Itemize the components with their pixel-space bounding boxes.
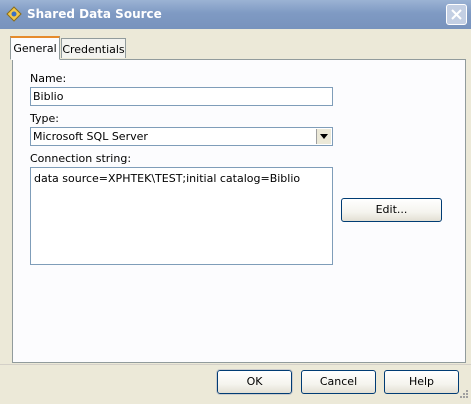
resize-grip-icon[interactable] [455, 387, 469, 401]
name-label: Name: [30, 72, 67, 85]
title-bar[interactable]: Shared Data Source [0, 0, 471, 29]
type-value: Microsoft SQL Server [33, 130, 148, 143]
close-button[interactable] [446, 4, 467, 25]
close-icon [451, 9, 462, 20]
general-tab-panel: Name: Biblio Type: Microsoft SQL Server … [12, 59, 466, 363]
data-source-icon [6, 6, 22, 22]
tab-credentials[interactable]: Credentials [61, 38, 126, 58]
type-select[interactable]: Microsoft SQL Server [30, 127, 333, 146]
type-label: Type: [30, 112, 59, 125]
window-title: Shared Data Source [27, 7, 162, 21]
connection-string-label: Connection string: [30, 152, 132, 165]
cancel-button[interactable]: Cancel [301, 370, 376, 394]
footer-divider [0, 364, 471, 365]
chevron-down-icon[interactable] [316, 129, 331, 144]
help-button[interactable]: Help [384, 370, 459, 394]
name-field[interactable]: Biblio [30, 87, 333, 106]
shared-data-source-dialog: Shared Data Source General Credentials N… [0, 0, 471, 402]
name-value: Biblio [33, 90, 64, 103]
connection-string-field[interactable]: data source=XPHTEK\TEST;initial catalog=… [30, 167, 333, 265]
edit-button[interactable]: Edit... [341, 198, 442, 222]
connection-string-value: data source=XPHTEK\TEST;initial catalog=… [34, 172, 301, 185]
ok-button[interactable]: OK [216, 369, 293, 395]
tab-general[interactable]: General [10, 36, 60, 60]
